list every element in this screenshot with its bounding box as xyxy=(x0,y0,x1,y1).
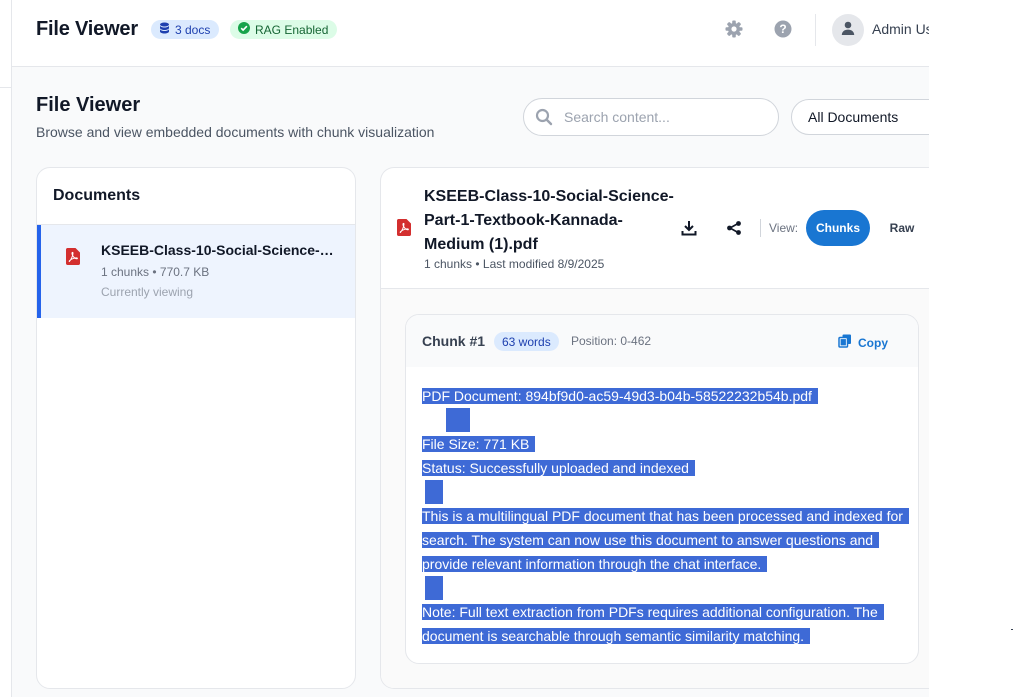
view-mode-label: View: xyxy=(769,221,799,235)
document-viewer-panel: KSEEB-Class-10-Social-Science-Part-1-Tex… xyxy=(380,167,929,689)
documents-heading: Documents xyxy=(53,187,141,204)
main-area: File Viewer 3 docs RAG Enabled ? Admin U… xyxy=(12,0,929,697)
check-circle-icon xyxy=(238,22,250,37)
search-box[interactable] xyxy=(523,98,779,136)
raw-view-button[interactable]: Raw xyxy=(878,210,926,246)
chunk-title: Chunk #1 xyxy=(422,333,486,349)
database-icon xyxy=(159,22,170,37)
chunk-line: Note: Full text extraction from PDFs req… xyxy=(422,600,912,624)
documents-panel: Documents KSEEB-Class-10-Social-Science-… xyxy=(36,167,356,689)
rag-status-label: RAG Enabled xyxy=(255,22,329,37)
document-name: KSEEB-Class-10-Social-Science-Part-1-Tex… xyxy=(101,242,341,258)
app-window: File Viewer 3 docs RAG Enabled ? Admin U… xyxy=(0,0,929,697)
rag-status-badge: RAG Enabled xyxy=(230,20,338,39)
chunk-line xyxy=(422,408,912,432)
chunk-line: This is a multilingual PDF document that… xyxy=(422,504,912,528)
viewer-file-name: KSEEB-Class-10-Social-Science-Part-1-Tex… xyxy=(424,188,674,253)
chunk-line xyxy=(422,576,912,600)
header-divider xyxy=(815,14,816,46)
page-subtitle: Browse and view embedded documents with … xyxy=(36,124,435,140)
copy-button[interactable]: Copy xyxy=(838,334,888,351)
chunk-content[interactable]: PDF Document: 894bf9d0-ac59-49d3-b04b-58… xyxy=(422,384,912,648)
chunk-line: provide relevant information through the… xyxy=(422,552,912,576)
docs-count-badge: 3 docs xyxy=(151,20,220,39)
chunk-line: search. The system can now use this docu… xyxy=(422,528,912,552)
chunk-line: document is searchable through semantic … xyxy=(422,624,912,648)
chunk-line: Status: Successfully uploaded and indexe… xyxy=(422,456,912,480)
user-avatar[interactable] xyxy=(832,14,864,46)
pdf-file-icon xyxy=(66,248,80,270)
copy-icon xyxy=(838,334,852,351)
user-icon xyxy=(840,20,856,41)
svg-text:?: ? xyxy=(779,22,786,36)
share-icon[interactable] xyxy=(724,218,744,238)
settings-gear-icon[interactable] xyxy=(724,19,744,39)
chunk-card: Chunk #1 63 words Position: 0-462 Copy P… xyxy=(405,314,919,664)
document-list-item[interactable]: KSEEB-Class-10-Social-Science-Part-1-Tex… xyxy=(37,225,355,318)
docs-count-label: 3 docs xyxy=(175,22,211,37)
chunks-view-button[interactable]: Chunks xyxy=(806,210,870,246)
viewer-action-divider xyxy=(760,219,761,237)
filter-selected-value: All Documents xyxy=(808,109,899,125)
chunk-line: PDF Document: 894bf9d0-ac59-49d3-b04b-58… xyxy=(422,384,912,408)
chunk-position: Position: 0-462 xyxy=(571,334,652,348)
search-input[interactable] xyxy=(564,107,764,127)
chunk-word-count-badge: 63 words xyxy=(494,332,559,351)
document-status: Currently viewing xyxy=(101,285,194,299)
viewer-file-meta: 1 chunks • Last modified 8/9/2025 xyxy=(424,257,605,271)
document-filter-select[interactable]: All Documents xyxy=(791,99,929,135)
help-icon[interactable]: ? xyxy=(773,19,793,39)
page-title: File Viewer xyxy=(36,94,141,116)
document-meta: 1 chunks • 770.7 KB xyxy=(101,265,210,279)
user-name[interactable]: Admin User xyxy=(872,21,929,37)
copy-label: Copy xyxy=(858,335,888,350)
top-header: File Viewer 3 docs RAG Enabled ? Admin U xyxy=(12,0,929,67)
chunk-line xyxy=(422,480,912,504)
app-title: File Viewer xyxy=(36,18,138,40)
download-icon[interactable] xyxy=(679,218,699,238)
left-sidebar-strip xyxy=(0,0,12,697)
chunk-line: File Size: 771 KB xyxy=(422,432,912,456)
pdf-file-icon xyxy=(397,219,411,241)
